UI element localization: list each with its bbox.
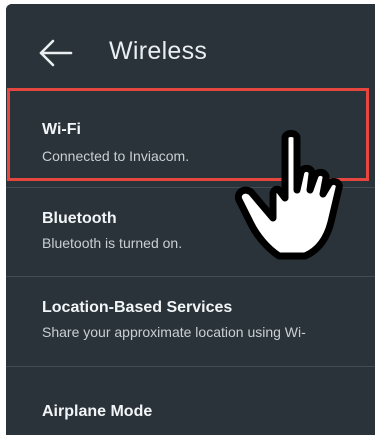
wifi-setting[interactable]: Wi-Fi Connected to Inviacom. (6, 92, 375, 188)
bluetooth-setting[interactable]: Bluetooth Bluetooth is turned on. (6, 188, 375, 277)
page-title: Wireless (109, 37, 208, 65)
location-services-setting[interactable]: Location-Based Services Share your appro… (6, 277, 375, 367)
wifi-label: Wi-Fi (42, 121, 81, 138)
wireless-settings-screen: Wireless Wi-Fi Connected to Inviacom. Bl… (6, 4, 375, 435)
wifi-status: Connected to Inviacom. (42, 148, 190, 164)
airplane-mode-label: Airplane Mode (42, 403, 153, 420)
app-header: Wireless (6, 4, 375, 90)
airplane-mode-setting[interactable]: Airplane Mode (6, 367, 375, 435)
back-button[interactable] (38, 38, 74, 68)
bluetooth-label: Bluetooth (42, 210, 117, 227)
settings-list: Wi-Fi Connected to Inviacom. Bluetooth B… (6, 92, 375, 435)
location-services-label: Location-Based Services (42, 299, 233, 316)
bluetooth-status: Bluetooth is turned on. (42, 235, 183, 251)
location-services-description: Share your approximate location using Wi… (42, 324, 306, 340)
arrow-left-icon (39, 39, 73, 67)
